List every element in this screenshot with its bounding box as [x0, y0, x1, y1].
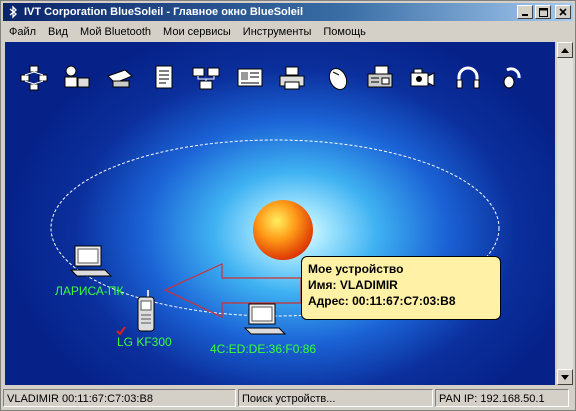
my-device-sphere[interactable] [253, 200, 313, 260]
device-label-phone[interactable]: LG KF300 [117, 335, 172, 349]
tooltip-name: Имя: VLADIMIR [308, 278, 398, 292]
status-pan-ip: PAN IP: 192.168.50.1 [435, 389, 569, 407]
menu-bar: Файл Вид Мой Bluetooth Мои сервисы Инстр… [3, 22, 573, 41]
status-bar: VLADIMIR 00:11:67:C7:03:B8 Поиск устройс… [3, 389, 573, 409]
tooltip-heading: Мое устройство [308, 262, 404, 276]
device-label-pc1[interactable]: ЛАРИСА-ПК [55, 284, 124, 298]
status-search: Поиск устройств... [238, 389, 433, 407]
scroll-down-button[interactable] [557, 369, 573, 385]
menu-help[interactable]: Помощь [317, 26, 372, 38]
scroll-up-button[interactable] [557, 42, 573, 58]
title-bar[interactable]: IVT Corporation BlueSoleil - Главное окн… [3, 3, 573, 21]
close-button[interactable] [555, 5, 571, 19]
arrow-up-icon [561, 47, 569, 53]
close-icon [559, 8, 567, 16]
computer-icon[interactable] [243, 302, 287, 340]
minimize-icon [522, 14, 528, 16]
menu-view[interactable]: Вид [42, 26, 74, 38]
menu-my-services[interactable]: Мои сервисы [157, 26, 237, 38]
device-view[interactable]: ЛАРИСА-ПК LG KF300 4C:ED:DE:36:F0:86 Мое… [5, 42, 555, 385]
mobile-phone-icon[interactable] [133, 288, 159, 334]
computer-icon[interactable] [69, 244, 113, 282]
menu-tools[interactable]: Инструменты [237, 26, 318, 38]
status-device: VLADIMIR 00:11:67:C7:03:B8 [3, 389, 236, 407]
bluetooth-icon [9, 5, 17, 19]
arrow-down-icon [561, 374, 569, 380]
my-device-tooltip: Мое устройство Имя: VLADIMIR Адрес: 00:1… [301, 256, 501, 320]
menu-my-bluetooth[interactable]: Мой Bluetooth [74, 26, 157, 38]
main-window: IVT Corporation BlueSoleil - Главное окн… [0, 0, 576, 411]
device-label-pc2[interactable]: 4C:ED:DE:36:F0:86 [210, 342, 316, 356]
maximize-icon [538, 7, 548, 17]
window-title: IVT Corporation BlueSoleil - Главное окн… [24, 6, 304, 18]
tooltip-address: Адрес: 00:11:67:C7:03:B8 [308, 294, 456, 308]
vertical-scrollbar[interactable] [557, 42, 573, 385]
maximize-button[interactable] [535, 5, 551, 19]
menu-file[interactable]: Файл [3, 26, 42, 38]
minimize-button[interactable] [517, 5, 533, 19]
